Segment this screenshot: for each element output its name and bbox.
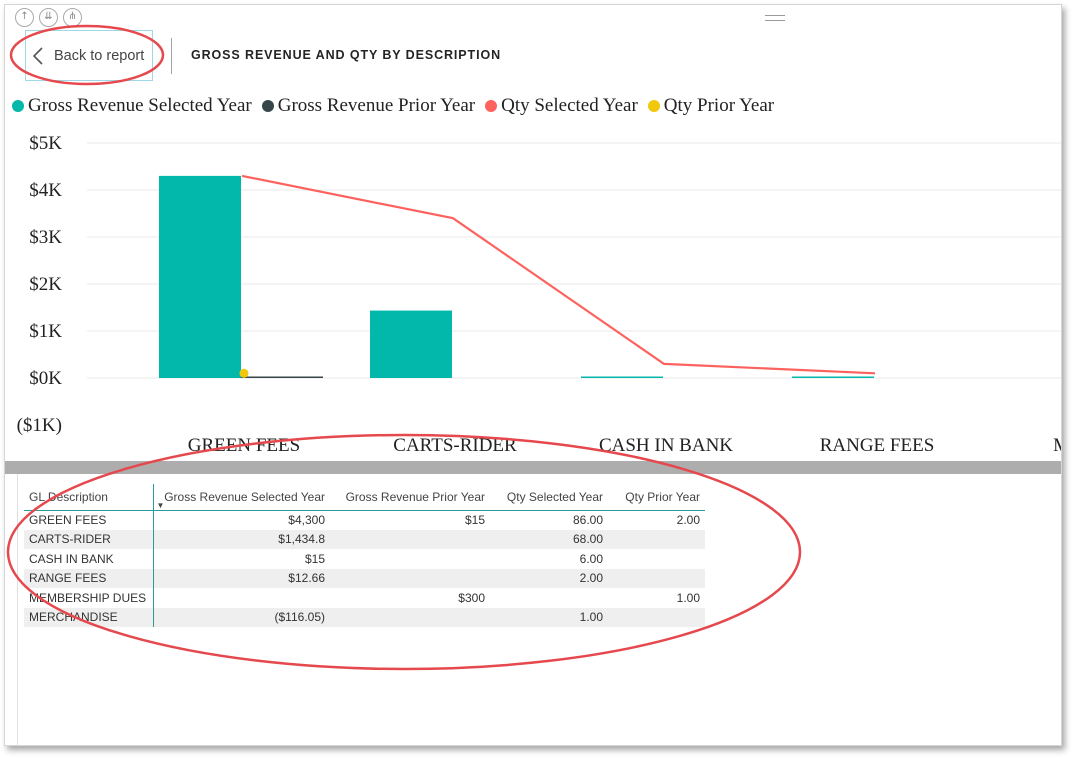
legend-marker-icon [485, 100, 498, 112]
table-cell: $300 [458, 590, 485, 605]
column-header-qty-selected-year[interactable]: Qty Selected Year [490, 484, 608, 510]
bar-gross-revenue-selected-year [159, 175, 241, 378]
x-axis-category-label: CARTS-RIDER [393, 435, 517, 456]
x-axis-category-label: CASH IN BANK [599, 435, 733, 456]
y-axis-tick-label: $3K [29, 227, 62, 248]
expand-hierarchy-icon[interactable]: ⋔ [63, 8, 82, 27]
table-cell: 6.00 [579, 551, 603, 566]
point-qty-prior-year [239, 368, 249, 378]
table-cell: 1.00 [676, 590, 700, 605]
header-separator [171, 38, 172, 74]
table-cell [153, 588, 330, 608]
legend-marker-icon [12, 100, 24, 112]
column-header-qty-prior-year[interactable]: Qty Prior Year [608, 484, 705, 510]
legend-item[interactable]: Qty Selected Year [485, 95, 638, 117]
table-cell: $15 [304, 551, 325, 566]
x-axis-category-label: RANGE FEES [820, 435, 935, 456]
table-cell [330, 608, 490, 628]
table-cell [330, 549, 490, 569]
table-row[interactable]: CARTS-RIDER $1,434.8 68.00 [24, 529, 705, 550]
table-cell: CASH IN BANK [24, 549, 154, 569]
y-axis-tick-label: $4K [29, 180, 62, 201]
y-axis-tick-label: $5K [29, 133, 62, 154]
bar-gross-revenue-prior-year [241, 376, 323, 378]
bar-gross-revenue-selected-year [792, 376, 874, 378]
legend-marker-icon [647, 100, 660, 112]
legend-label: Qty Selected Year [501, 95, 638, 116]
series-line-qty-selected-year [241, 174, 876, 375]
table-cell: 1.00 [579, 610, 603, 625]
legend-marker-icon [261, 100, 274, 112]
y-axis-tick-label: $1K [29, 321, 62, 342]
legend-label: Qty Prior Year [663, 95, 775, 116]
table-cell [608, 530, 705, 550]
y-axis-tick-label: $0K [29, 368, 62, 389]
legend-label: Gross Revenue Prior Year [277, 95, 476, 116]
back-button-label: Back to report [54, 47, 145, 64]
legend-item[interactable]: Gross Revenue Prior Year [261, 95, 476, 117]
table-cell: $12.66 [288, 571, 325, 586]
y-axis-tick-label: $2K [29, 274, 62, 295]
back-to-report-button[interactable]: Back to report [25, 30, 153, 81]
bar-gross-revenue-selected-year [581, 376, 663, 378]
bar-gross-revenue-selected-year [370, 310, 452, 378]
drag-handle-icon[interactable] [765, 15, 785, 21]
column-header-gross-revenue-selected-year[interactable]: Gross Revenue Selected Year ▼ [153, 484, 330, 510]
column-header-gross-revenue-prior-year[interactable]: Gross Revenue Prior Year [330, 484, 490, 510]
drill-up-icon[interactable]: ↑ [15, 8, 34, 27]
sort-descending-icon: ▼ [156, 500, 165, 510]
column-header-label: Gross Revenue Selected Year [164, 489, 325, 504]
table-row[interactable]: CASH IN BANK $15 6.00 [24, 549, 705, 569]
column-header-gl-description[interactable]: GL Description [24, 484, 154, 510]
table-row[interactable]: RANGE FEES $12.66 2.00 [24, 568, 705, 589]
y-axis-tick-label: ($1K) [17, 415, 62, 436]
table-row[interactable]: GREEN FEES $4,300 $15 86.00 2.00 [24, 510, 705, 530]
table-cell: 86.00 [572, 513, 603, 527]
table-panel: GL Description Gross Revenue Selected Ye… [17, 474, 1061, 745]
table-cell [608, 608, 705, 628]
chevron-left-icon [32, 46, 43, 65]
legend-label: Gross Revenue Selected Year [28, 95, 252, 116]
drill-down-icon[interactable]: ⇊ [39, 8, 58, 27]
table-cell [330, 569, 490, 589]
drill-controls: ↑ ⇊ ⋔ [15, 8, 82, 27]
table-cell: CARTS-RIDER [24, 529, 154, 549]
table-cell: ($116.05) [274, 610, 325, 625]
data-table: GL Description Gross Revenue Selected Ye… [24, 484, 705, 627]
table-cell: $1,434.8 [278, 532, 325, 547]
table-header-row: GL Description Gross Revenue Selected Ye… [24, 484, 705, 510]
table-cell: $15 [464, 513, 485, 527]
page-title: GROSS REVENUE AND QTY BY DESCRIPTION [191, 48, 501, 62]
x-axis-category-label: MEMBE [1053, 435, 1062, 456]
combo-chart: $5K $4K $3K $2K $1K $0K ($1K) GREEN FEES CARTS-R… [17, 133, 1062, 456]
table-cell: GREEN FEES [24, 510, 154, 530]
table-cell: MEMBERSHIP DUES [24, 588, 154, 608]
x-axis-category-label: GREEN FEES [188, 435, 300, 456]
table-cell [330, 530, 490, 550]
table-cell [608, 569, 705, 589]
table-cell: 68.00 [572, 532, 603, 547]
table-cell: 2.00 [676, 513, 700, 527]
table-cell: $4,300 [288, 513, 325, 527]
chart-legend: Gross Revenue Selected Year Gross Revenue… [12, 95, 784, 117]
table-cell: RANGE FEES [24, 568, 154, 588]
report-window: ↑ ⇊ ⋔ Back to report GROSS REVENUE AND Q… [4, 4, 1062, 746]
table-row[interactable]: MEMBERSHIP DUES $300 1.00 [24, 588, 705, 608]
legend-item[interactable]: Gross Revenue Selected Year [12, 95, 252, 117]
table-row[interactable]: MERCHANDISE ($116.05) 1.00 [24, 607, 705, 628]
legend-item[interactable]: Qty Prior Year [647, 95, 775, 117]
table-cell: MERCHANDISE [24, 607, 154, 627]
table-cell [490, 588, 608, 608]
table-cell [608, 549, 705, 569]
panel-divider[interactable] [5, 461, 1061, 474]
table-cell: 2.00 [579, 571, 603, 586]
